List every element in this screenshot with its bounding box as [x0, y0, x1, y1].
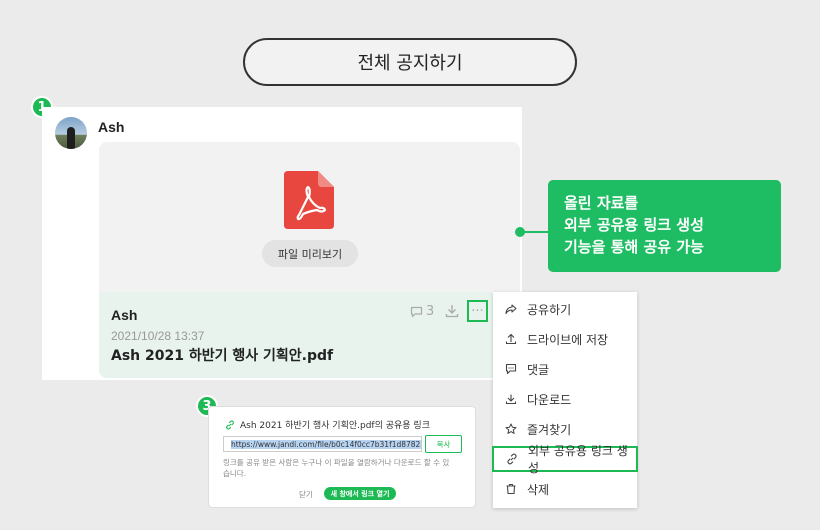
file-name[interactable]: Ash 2021 하반기 행사 기획안.pdf — [111, 345, 333, 365]
menu-item-external-link[interactable]: 외부 공유용 링크 생성 — [492, 444, 638, 475]
share-url-field[interactable]: https://www.jandi.com/file/b0c14f0cc7b31… — [223, 436, 422, 452]
menu-item-share[interactable]: 공유하기 — [493, 294, 637, 324]
callout-line-3: 기능을 통해 공유 가능 — [564, 238, 704, 256]
upload-icon — [505, 333, 517, 345]
avatar[interactable] — [55, 117, 87, 149]
message-sender[interactable]: Ash — [98, 119, 124, 135]
menu-item-save-to-drive[interactable]: 드라이브에 저장 — [493, 324, 637, 354]
menu-item-download[interactable]: 다운로드 — [493, 384, 637, 414]
dialog-note: 링크를 공유 받은 사람은 누구나 이 파일을 열람하거나 다운로드 할 수 있… — [223, 458, 450, 478]
callout-dot — [515, 227, 525, 237]
link-icon — [226, 419, 234, 430]
comment-count: 3 — [426, 304, 435, 319]
comment-icon — [410, 306, 423, 317]
download-icon — [505, 394, 517, 405]
callout-line-2: 외부 공유용 링크 생성 — [564, 216, 704, 234]
open-link-button[interactable]: 새 창에서 링크 열기 — [324, 487, 396, 500]
callout-line-1: 올린 자료를 — [564, 194, 639, 212]
more-options-button[interactable]: ··· — [467, 300, 488, 322]
pdf-file-icon — [284, 171, 334, 229]
file-uploader: Ash — [111, 307, 138, 323]
dialog-close-button[interactable]: 닫기 — [299, 489, 313, 500]
copy-link-button[interactable]: 복사 — [425, 435, 462, 453]
file-date: 2021/10/28 13:37 — [111, 329, 205, 343]
menu-item-favorite[interactable]: 즐겨찾기 — [493, 414, 637, 444]
menu-item-comment[interactable]: 댓글 — [493, 354, 637, 384]
share-icon — [505, 304, 517, 315]
star-icon — [505, 423, 517, 434]
trash-icon — [506, 483, 516, 495]
menu-item-delete[interactable]: 삭제 — [493, 474, 637, 504]
feature-callout: 올린 자료를 외부 공유용 링크 생성 기능을 통해 공유 가능 — [548, 180, 781, 272]
dialog-title: Ash 2021 하반기 행사 기획안.pdf의 공유용 링크 — [225, 418, 430, 431]
file-context-menu: 공유하기 드라이브에 저장 댓글 다운로드 즐겨찾기 외부 공유용 링크 생성 … — [492, 292, 638, 508]
file-preview-button[interactable]: 파일 미리보기 — [262, 240, 358, 267]
link-icon — [507, 453, 517, 465]
comment-icon — [505, 363, 517, 375]
comment-count-button[interactable]: 3 — [410, 304, 434, 319]
page-title: 전체 공지하기 — [243, 38, 577, 86]
download-icon[interactable] — [444, 303, 460, 319]
